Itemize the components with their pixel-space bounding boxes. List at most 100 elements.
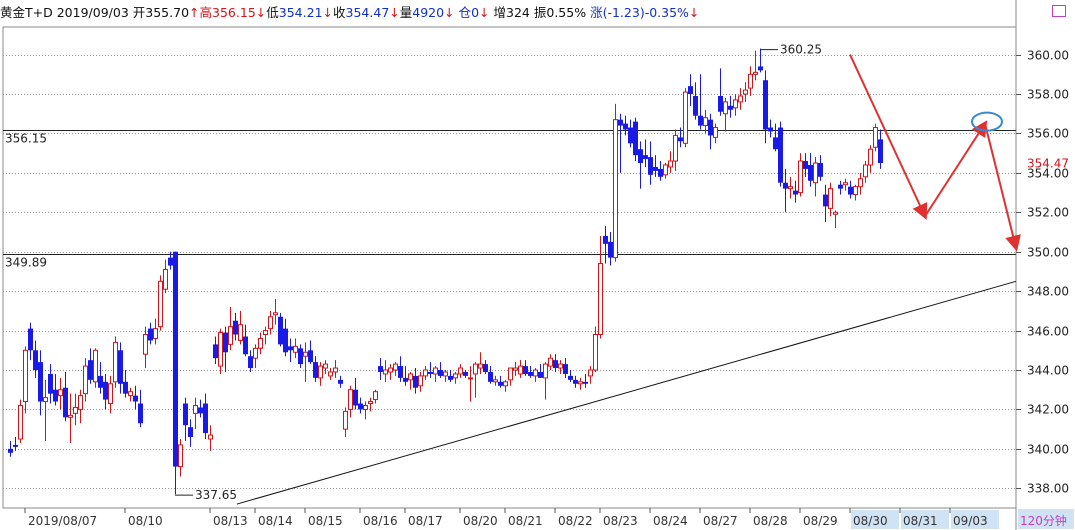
candle-body: [98, 375, 103, 388]
candle-body: [203, 403, 208, 434]
candle-body: [673, 134, 678, 162]
candle-body: [708, 119, 713, 136]
candle-body: [78, 395, 83, 410]
y-tick-label: 344.00: [1027, 364, 1069, 378]
candle-body: [663, 164, 668, 176]
candle-body: [108, 383, 113, 405]
candle-body: [368, 401, 373, 405]
candlestick-plot[interactable]: 338.00 340.00 342.00 344.00 346.00 348.00 350.…: [0, 0, 1075, 530]
candle-body: [23, 349, 28, 403]
candle-body: [83, 365, 88, 395]
candle-body: [178, 444, 183, 468]
y-tick-label: 358.00: [1027, 88, 1069, 102]
x-tick-label: 08/13: [213, 514, 248, 528]
candle-body: [63, 387, 68, 418]
candle-body: [578, 381, 583, 385]
candle-body: [168, 257, 173, 266]
candle-body: [38, 362, 43, 402]
extreme-label: 360.25: [780, 43, 822, 57]
candle-body: [808, 164, 813, 181]
candle-body: [433, 367, 438, 375]
candle-body: [158, 280, 163, 328]
x-tick-label: 08/23: [603, 514, 638, 528]
candle-body: [738, 95, 743, 103]
candle-body: [553, 360, 558, 369]
x-tick-label: 08/30: [853, 514, 888, 528]
candle-body: [423, 369, 428, 377]
candle-body: [758, 66, 763, 71]
x-tick-label: 08/24: [653, 514, 688, 528]
candle-body: [713, 127, 718, 138]
candle-body: [638, 149, 643, 164]
candle-body: [548, 357, 553, 367]
y-tick-label: 340.00: [1027, 443, 1069, 457]
candle-body: [13, 444, 18, 447]
candle-body: [248, 356, 253, 369]
x-tick-label: 08/17: [408, 514, 443, 528]
y-tick-label: 352.00: [1027, 206, 1069, 220]
y-tick-label: 346.00: [1027, 325, 1069, 339]
candle-body: [103, 381, 108, 400]
candle-body: [413, 375, 418, 388]
candle-body: [163, 268, 168, 290]
candle-body: [118, 350, 123, 384]
candle-body: [783, 182, 788, 189]
extreme-label: 337.65: [195, 488, 237, 502]
candle-body: [173, 251, 178, 467]
period-label: 120分钟: [1020, 513, 1067, 528]
candle-body: [213, 344, 218, 359]
candle-body: [88, 360, 93, 380]
candle-body: [313, 362, 318, 378]
candle-body: [753, 71, 758, 75]
candle-body: [653, 166, 658, 171]
candle-body: [128, 391, 133, 397]
candle-body: [228, 326, 233, 345]
candle-body: [618, 119, 623, 126]
candle-body: [358, 403, 363, 410]
candle-body: [68, 414, 73, 418]
x-tick-label: 08/28: [753, 514, 788, 528]
candle-body: [218, 332, 223, 367]
candle-body: [728, 105, 733, 110]
candle-body: [833, 211, 838, 215]
candle-body: [733, 99, 738, 109]
candle-body: [478, 363, 483, 369]
y-tick-label: 350.00: [1027, 246, 1069, 260]
level-line-label: 349.89: [5, 256, 47, 270]
candle-body: [608, 241, 613, 258]
candle-body: [523, 366, 528, 374]
level-line-label: 356.15: [5, 132, 47, 146]
candle-body: [43, 397, 48, 403]
candle-body: [588, 369, 593, 377]
candle-body: [718, 95, 723, 112]
candle-body: [258, 337, 263, 349]
candle-body: [813, 162, 818, 184]
candle-body: [623, 123, 628, 130]
candle-body: [273, 312, 278, 316]
kline-chart[interactable]: 黄金T+D 2019/09/03 开355.70↑高356.15↓低354.21…: [0, 0, 1075, 530]
candle-body: [333, 367, 338, 373]
candle-body: [698, 115, 703, 126]
candle-body: [428, 371, 433, 374]
candle-body: [483, 364, 488, 372]
candle-body: [543, 363, 548, 379]
candle-body: [668, 160, 673, 168]
x-tick-label: 08/15: [308, 514, 343, 528]
x-tick-label: 2019/08/07: [28, 514, 97, 528]
candle-body: [868, 148, 873, 166]
x-tick-label: 08/21: [508, 514, 543, 528]
x-tick-label: 08/10: [128, 514, 163, 528]
candle-body: [773, 137, 778, 150]
plot-frame: [2, 26, 1017, 509]
candle-body: [463, 371, 468, 376]
candle-body: [298, 348, 303, 365]
candle-body: [33, 350, 38, 371]
candle-body: [323, 363, 328, 369]
candle-body: [603, 235, 608, 244]
candle-body: [233, 320, 238, 335]
candle-body: [438, 370, 443, 376]
candle-body: [558, 363, 563, 369]
candle-body: [143, 334, 148, 355]
candle-body: [338, 379, 343, 384]
candle-body: [518, 365, 523, 375]
